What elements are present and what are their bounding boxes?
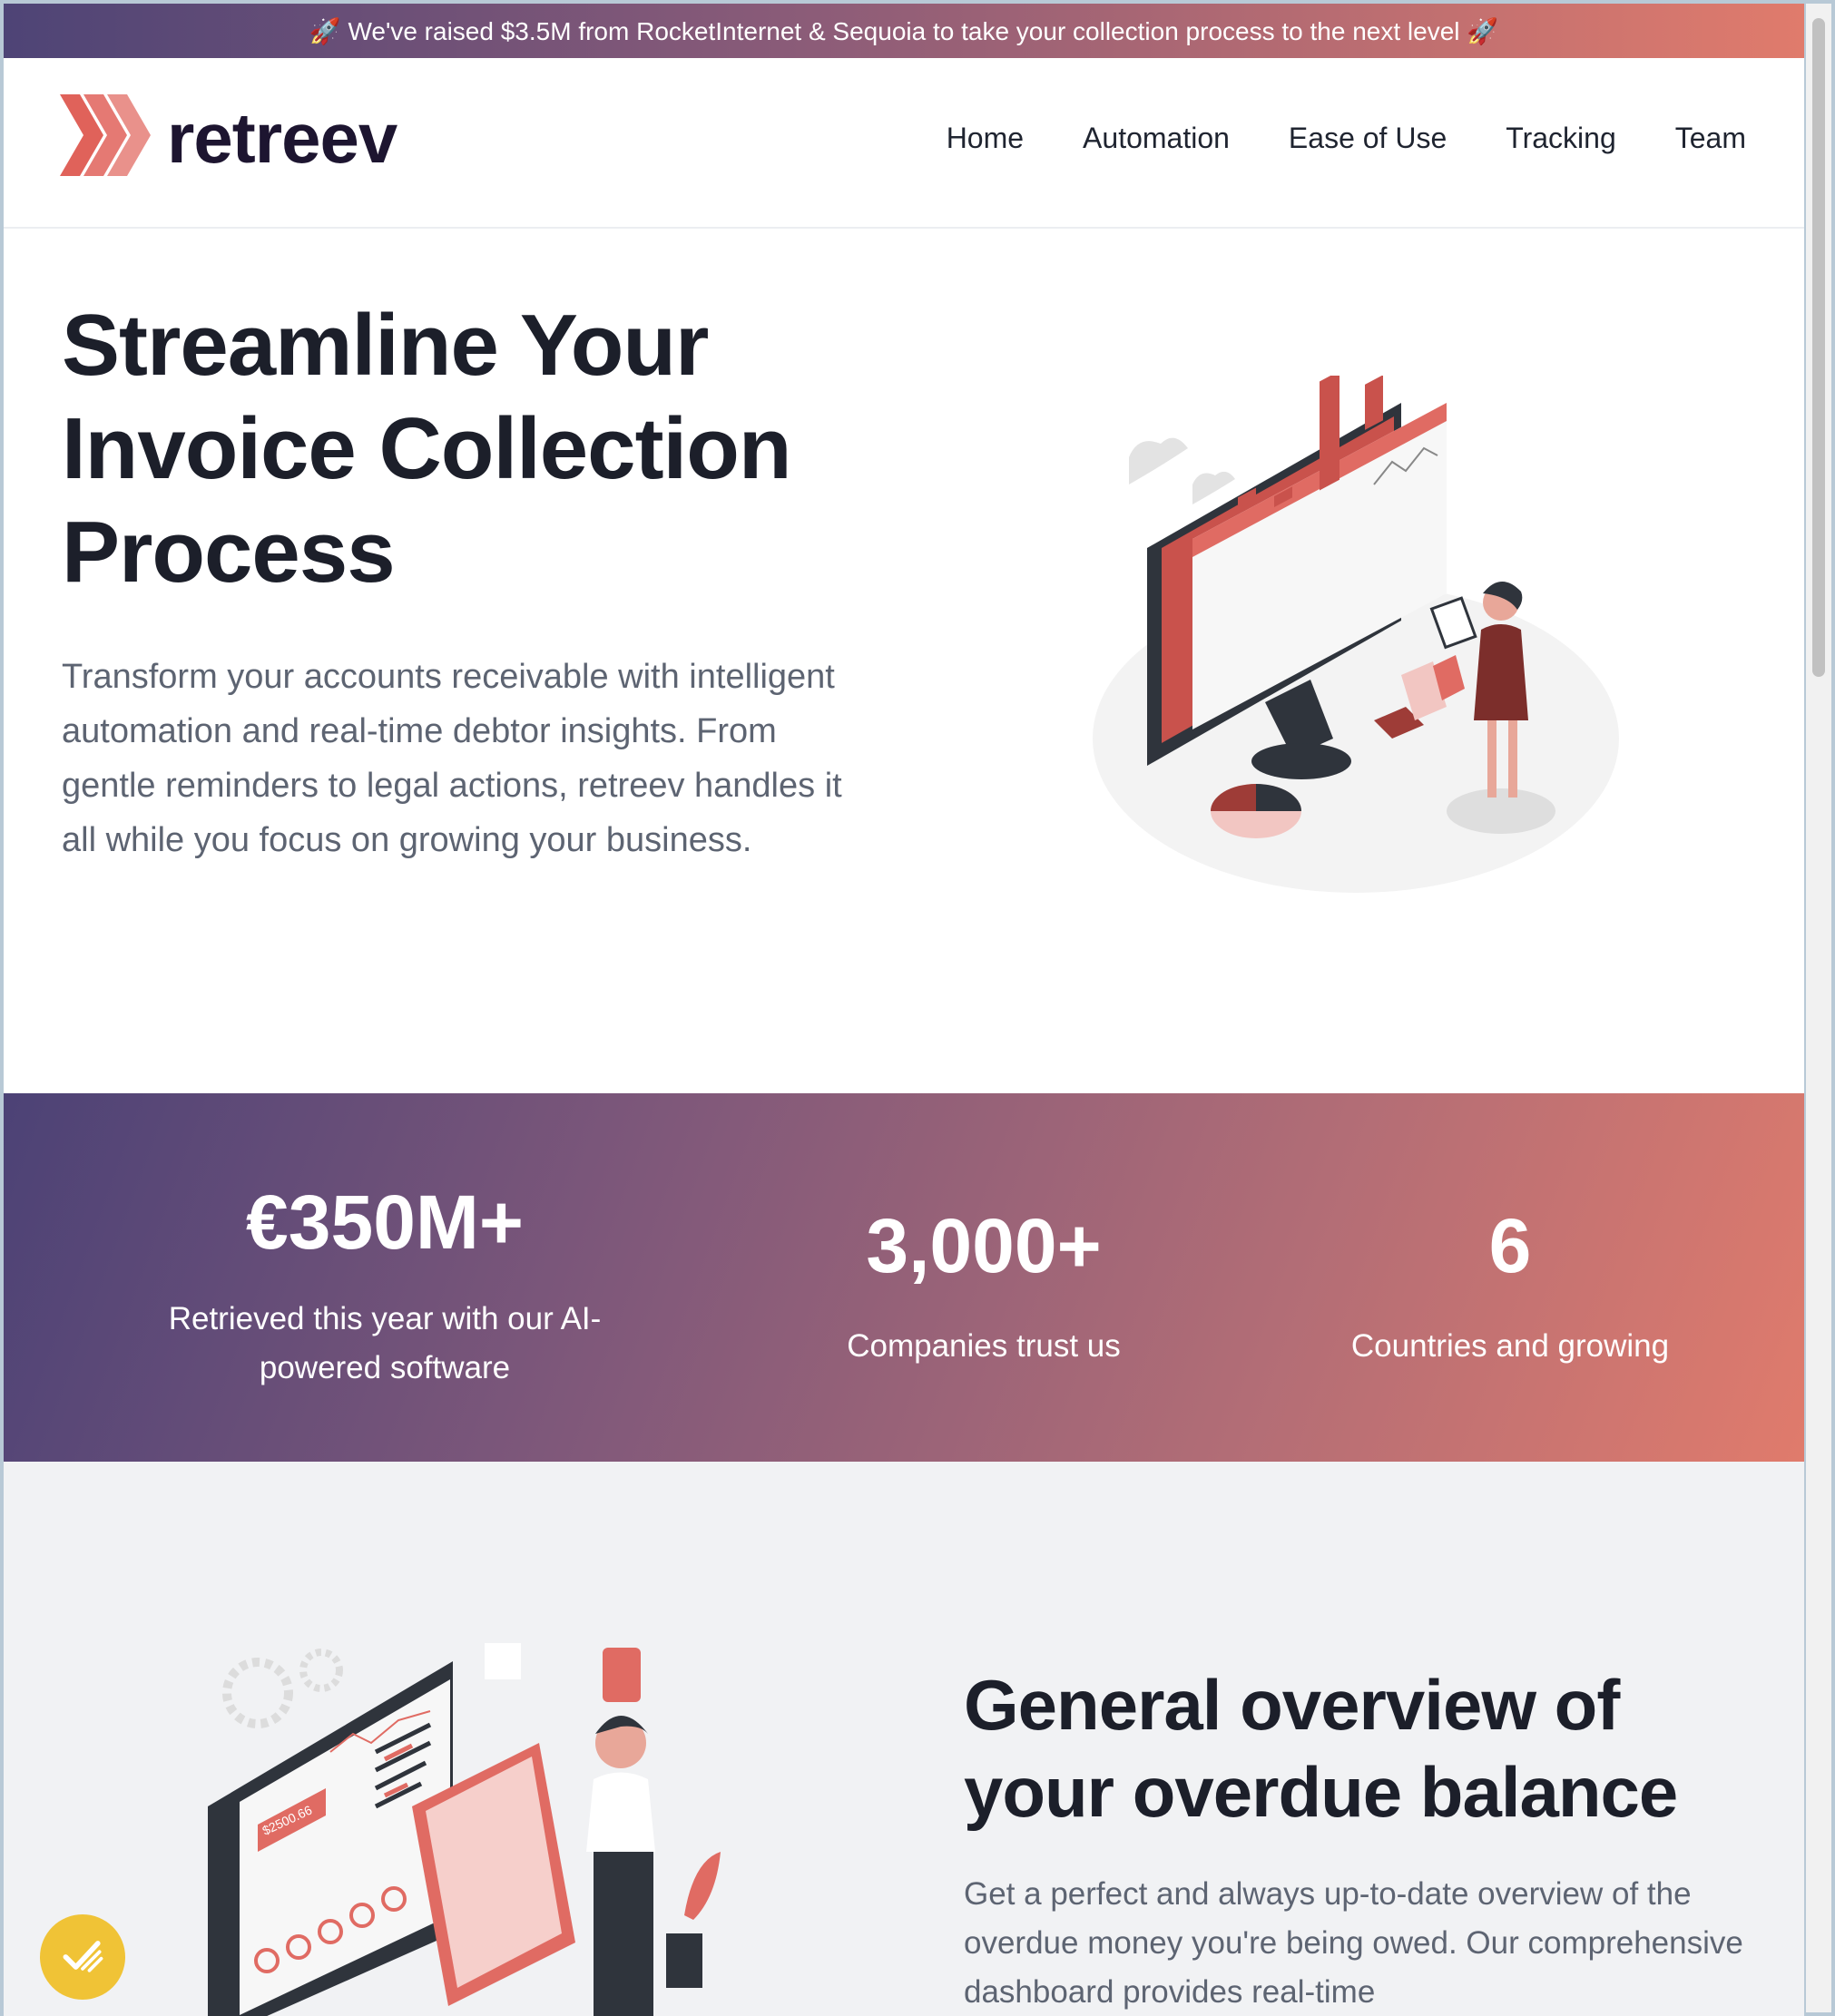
- stat-countries: 6 Countries and growing: [1256, 1208, 1764, 1371]
- dashboard-illustration: $2500.66: [194, 1643, 739, 2016]
- hero-title: Streamline Your Invoice Collection Proce…: [62, 297, 791, 601]
- main-nav: Home Automation Ease of Use Tracking Tea…: [888, 122, 1746, 155]
- nav-ease-of-use[interactable]: Ease of Use: [1289, 122, 1447, 155]
- stat-label: Companies trust us: [847, 1328, 1121, 1364]
- stats-band: €350M+ Retrieved this year with our AI-p…: [4, 1093, 1804, 1462]
- stat-value: 3,000+: [866, 1203, 1102, 1288]
- nav-team[interactable]: Team: [1675, 122, 1746, 155]
- announcement-bar: 🚀 We've raised $3.5M from RocketInternet…: [4, 4, 1804, 58]
- stat-label: Retrieved this year with our AI-powered …: [168, 1301, 602, 1385]
- site-header: retreev Home Automation Ease of Use Trac…: [4, 58, 1804, 229]
- page-scrollbar[interactable]: [1806, 4, 1831, 2012]
- check-chat-icon: [57, 1930, 108, 1985]
- chat-button[interactable]: [40, 1914, 125, 2000]
- overview-title: General overview of your overdue balance: [964, 1665, 1678, 1832]
- page: 🚀 We've raised $3.5M from RocketInternet…: [4, 4, 1804, 2016]
- nav-tracking[interactable]: Tracking: [1506, 122, 1616, 155]
- overview-description: Get a perfect and always up-to-date over…: [964, 1876, 1743, 2010]
- stat-retrieved: €350M+ Retrieved this year with our AI-p…: [113, 1184, 657, 1393]
- stat-companies: 3,000+ Companies trust us: [730, 1208, 1238, 1371]
- announcement-text: 🚀 We've raised $3.5M from RocketInternet…: [309, 16, 1499, 45]
- scrollbar-thumb[interactable]: [1812, 18, 1825, 677]
- logo-text: retreev: [167, 97, 397, 178]
- overview-section: $2500.66 General overview of your overdu…: [4, 1462, 1804, 2016]
- nav-home[interactable]: Home: [947, 122, 1024, 155]
- nav-automation[interactable]: Automation: [1083, 122, 1230, 155]
- stat-value: 6: [1488, 1203, 1532, 1288]
- hero-description: Transform your accounts receivable with …: [62, 658, 842, 859]
- stat-value: €350M+: [246, 1179, 524, 1265]
- logo[interactable]: retreev: [60, 94, 397, 181]
- stat-label: Countries and growing: [1350, 1328, 1670, 1364]
- chevrons-icon: [60, 94, 151, 181]
- hero-illustration: [1075, 370, 1637, 902]
